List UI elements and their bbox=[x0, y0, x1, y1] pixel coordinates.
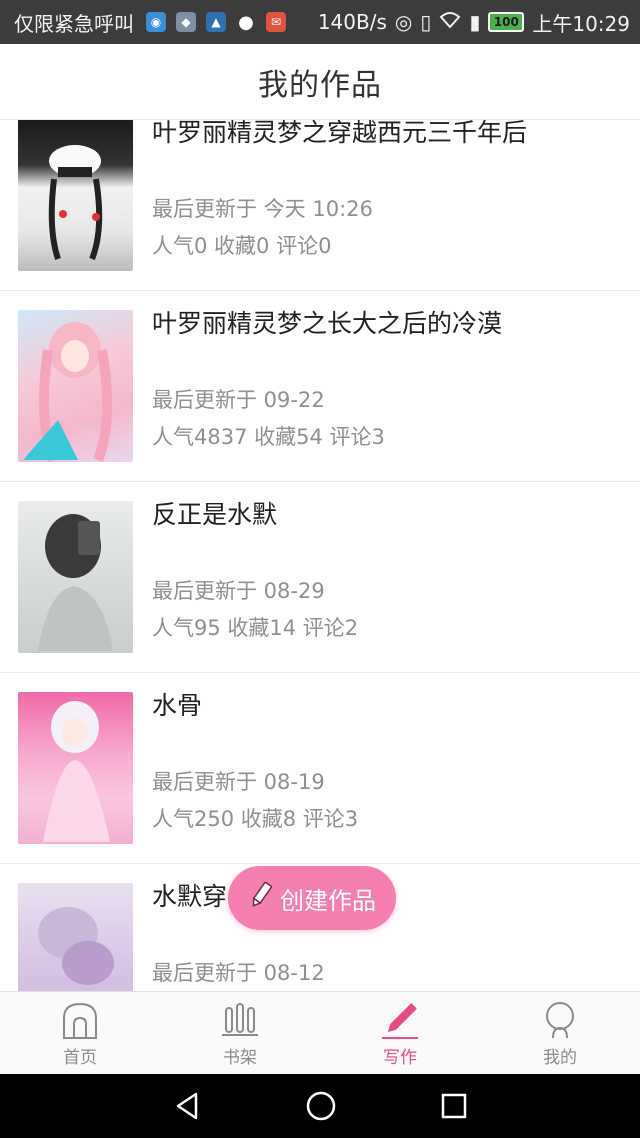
tab-write-label: 写作 bbox=[383, 1048, 417, 1068]
page-header: 我的作品 bbox=[0, 44, 640, 120]
work-cover-image[interactable] bbox=[18, 120, 133, 271]
wifi-icon bbox=[439, 10, 461, 34]
tab-home-label: 首页 bbox=[63, 1048, 97, 1068]
sim-icon: ▮ bbox=[469, 10, 481, 34]
system-nav-bar bbox=[0, 1074, 640, 1138]
network-speed: 140B/s bbox=[317, 10, 387, 34]
work-title: 水默穿 bbox=[152, 882, 228, 911]
work-title: 叶罗丽精灵梦之穿越西元三千年后 bbox=[152, 120, 528, 147]
battery-icon: 100 bbox=[488, 12, 525, 32]
work-title: 叶罗丽精灵梦之长大之后的冷漠 bbox=[152, 309, 503, 338]
notification-app-icon: ◉ bbox=[146, 12, 166, 32]
work-item[interactable]: 叶罗丽精灵梦之长大之后的冷漠 最后更新于 09-22 人气4837 收藏54 评… bbox=[0, 292, 640, 482]
bookshelf-icon bbox=[222, 1003, 258, 1036]
work-cover-image[interactable] bbox=[18, 501, 133, 653]
work-title: 反正是水默 bbox=[152, 500, 278, 529]
back-icon[interactable] bbox=[172, 1091, 202, 1121]
tab-bookshelf-label: 书架 bbox=[223, 1048, 257, 1068]
tab-mine[interactable]: 我的 bbox=[480, 992, 640, 1074]
work-title: 水骨 bbox=[152, 691, 203, 720]
status-bar: 仅限紧急呼叫 ◉ ◆ ▲ ● ✉ 140B/s ◎ ▯ ▮ 100 上午10:2… bbox=[0, 0, 640, 44]
vibrate-icon: ▯ bbox=[420, 10, 432, 34]
notification-shield-icon: ◆ bbox=[176, 12, 196, 32]
tab-home[interactable]: 首页 bbox=[0, 992, 160, 1074]
notification-mail-icon: ✉ bbox=[266, 12, 286, 32]
bottom-tab-bar: 首页 书架 写作 我的 bbox=[0, 991, 640, 1074]
home-circle-icon[interactable] bbox=[305, 1090, 337, 1122]
status-time: 上午10:29 bbox=[532, 11, 630, 36]
work-updated-time: 最后更新于 08-29 bbox=[152, 579, 325, 603]
tab-mine-label: 我的 bbox=[543, 1048, 577, 1068]
work-item[interactable]: 反正是水默 最后更新于 08-29 人气95 收藏14 评论2 bbox=[0, 483, 640, 673]
work-updated-time: 最后更新于 08-12 bbox=[152, 961, 325, 985]
work-cover-image[interactable] bbox=[18, 692, 133, 844]
work-stats: 人气0 收藏0 评论0 bbox=[152, 234, 332, 258]
profile-icon bbox=[546, 1002, 574, 1039]
work-cover-image[interactable] bbox=[18, 883, 133, 991]
notification-image-icon: ▲ bbox=[206, 12, 226, 32]
work-stats: 人气4837 收藏54 评论3 bbox=[152, 425, 385, 449]
work-cover-image[interactable] bbox=[18, 310, 133, 462]
tab-bookshelf[interactable]: 书架 bbox=[160, 992, 320, 1074]
work-item[interactable]: 水骨 最后更新于 08-19 人气250 收藏8 评论3 bbox=[0, 674, 640, 864]
pen-icon bbox=[382, 1003, 418, 1039]
pencil-icon bbox=[248, 880, 274, 916]
data-saver-icon: ◎ bbox=[394, 10, 413, 34]
recents-icon[interactable] bbox=[440, 1092, 468, 1120]
work-updated-time: 最后更新于 08-19 bbox=[152, 770, 325, 794]
page-title: 我的作品 bbox=[258, 67, 382, 103]
works-list[interactable]: 叶罗丽精灵梦之穿越西元三千年后 最后更新于 今天 10:26 人气0 收藏0 评… bbox=[0, 120, 640, 991]
home-icon bbox=[63, 1002, 97, 1039]
wechat-icon: ● bbox=[238, 11, 254, 33]
work-item[interactable]: 叶罗丽精灵梦之穿越西元三千年后 最后更新于 今天 10:26 人气0 收藏0 评… bbox=[0, 120, 640, 291]
work-updated-time: 最后更新于 今天 10:26 bbox=[152, 197, 373, 221]
work-stats: 人气95 收藏14 评论2 bbox=[152, 616, 359, 640]
carrier-text: 仅限紧急呼叫 bbox=[14, 11, 134, 36]
tab-write[interactable]: 写作 bbox=[320, 992, 480, 1074]
work-stats: 人气250 收藏8 评论3 bbox=[152, 807, 359, 831]
create-work-label: 创建作品 bbox=[280, 886, 376, 915]
create-work-button[interactable]: 创建作品 bbox=[228, 866, 396, 930]
work-updated-time: 最后更新于 09-22 bbox=[152, 388, 325, 412]
